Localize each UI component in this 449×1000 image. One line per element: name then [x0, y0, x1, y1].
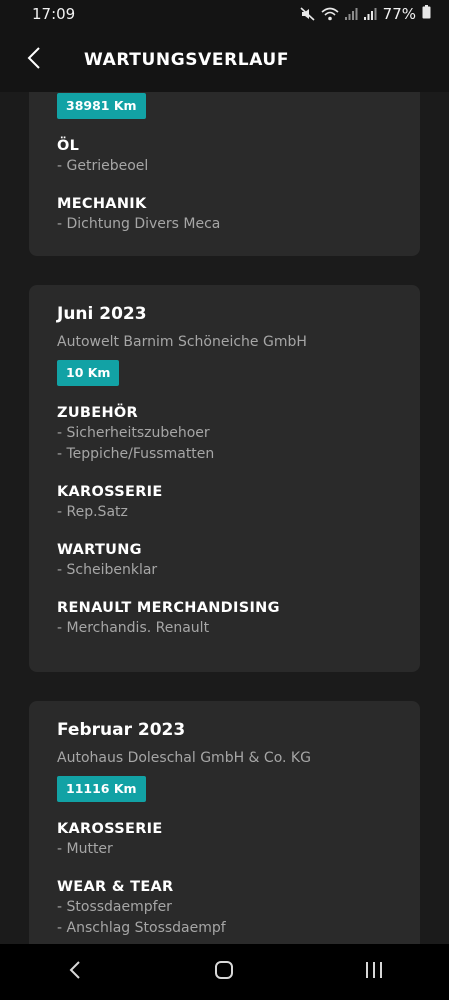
mute-icon — [300, 7, 316, 21]
status-time: 17:09 — [32, 5, 76, 23]
section-item: - Scheibenklar — [57, 562, 158, 578]
dealer-name: Autohaus Doleschal GmbH & Co. KG — [57, 750, 311, 766]
back-button[interactable] — [4, 28, 64, 92]
section-title: WEAR & TEAR — [57, 879, 174, 895]
signal-icon-2 — [363, 7, 377, 21]
service-section: ZUBEHÖR - Sicherheitszubehoer - Teppiche… — [57, 403, 392, 465]
nav-recents-button[interactable] — [344, 944, 404, 1000]
system-nav-bar — [0, 944, 449, 1000]
app-bar: WARTUNGSVERLAUF — [0, 28, 449, 92]
section-item: - Anschlag Stossdaempf — [57, 920, 226, 936]
km-badge: 10 Km — [57, 360, 120, 386]
section-title: KAROSSERIE — [57, 821, 163, 837]
section-item: - Stossdaempfer — [57, 899, 172, 915]
section-item: - Sicherheitszubehoer — [57, 425, 210, 441]
nav-recents-icon — [364, 961, 384, 983]
nav-back-icon — [69, 961, 81, 983]
nav-home-icon — [214, 960, 234, 984]
service-section: WEAR & TEAR - Stossdaempfer - Anschlag S… — [57, 877, 392, 939]
section-title: MECHANIK — [57, 196, 147, 212]
km-badge: 38981 Km — [57, 93, 146, 119]
history-card: Februar 2023 Autohaus Doleschal GmbH & C… — [29, 701, 420, 944]
history-card: Juni 2023 Autowelt Barnim Schöneiche Gmb… — [29, 285, 420, 672]
maintenance-history-list[interactable]: 38981 Km ÖL - Getriebeoel MECHANIK - Dic… — [0, 92, 449, 944]
chevron-left-icon — [27, 47, 41, 73]
battery-icon — [422, 5, 431, 23]
page-title: WARTUNGSVERLAUF — [84, 50, 290, 70]
nav-back-button[interactable] — [45, 944, 105, 1000]
service-section: ÖL - Getriebeoel — [57, 136, 392, 177]
battery-percent: 77% — [382, 5, 416, 23]
section-item: - Merchandis. Renault — [57, 620, 210, 636]
service-section: MECHANIK - Dichtung Divers Meca — [57, 194, 392, 235]
nav-home-button[interactable] — [194, 944, 254, 1000]
section-item: - Rep.Satz — [57, 504, 128, 520]
signal-icon — [344, 7, 358, 21]
card-date: Februar 2023 — [57, 720, 186, 740]
section-title: KAROSSERIE — [57, 484, 163, 500]
service-section: WARTUNG - Scheibenklar — [57, 540, 392, 581]
section-title: ÖL — [57, 138, 80, 154]
km-badge-wrap: 10 Km — [57, 360, 392, 386]
section-item: - Getriebeoel — [57, 158, 149, 174]
km-badge: 11116 Km — [57, 776, 146, 802]
service-section: KAROSSERIE - Mutter — [57, 819, 392, 860]
service-section: KAROSSERIE - Rep.Satz — [57, 482, 392, 523]
section-title: RENAULT MERCHANDISING — [57, 600, 280, 616]
history-card: 38981 Km ÖL - Getriebeoel MECHANIK - Dic… — [29, 92, 420, 256]
status-right: 77% — [300, 5, 431, 23]
section-title: WARTUNG — [57, 542, 142, 558]
service-section: RENAULT MERCHANDISING - Merchandis. Rena… — [57, 598, 392, 639]
section-title: ZUBEHÖR — [57, 405, 138, 421]
section-item: - Teppiche/Fussmatten — [57, 446, 215, 462]
status-bar: 17:09 77% — [0, 0, 449, 28]
status-icons — [300, 7, 377, 21]
card-date: Juni 2023 — [57, 304, 147, 324]
section-item: - Mutter — [57, 841, 113, 857]
dealer-name: Autowelt Barnim Schöneiche GmbH — [57, 334, 307, 350]
wifi-icon — [321, 7, 339, 21]
section-item: - Dichtung Divers Meca — [57, 216, 221, 232]
km-badge-wrap: 11116 Km — [57, 776, 392, 802]
